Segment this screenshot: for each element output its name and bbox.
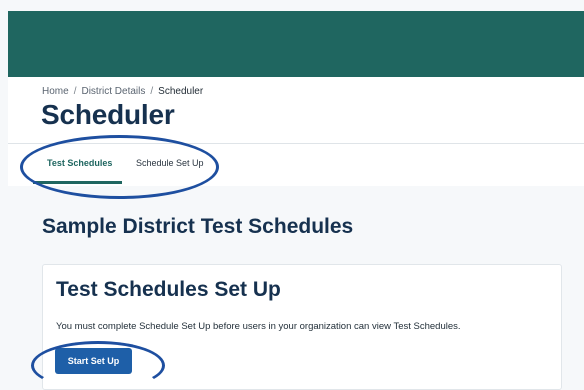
annotation-circle-tabs	[20, 135, 219, 199]
breadcrumb-current: Scheduler	[158, 86, 204, 97]
page-title: Scheduler	[41, 99, 175, 130]
breadcrumb-district-link[interactable]: District Details	[81, 86, 145, 97]
breadcrumb-home-link[interactable]: Home	[42, 86, 69, 97]
breadcrumb-separator: /	[73, 86, 77, 97]
top-banner	[8, 11, 584, 77]
card-title: Test Schedules Set Up	[56, 278, 281, 301]
breadcrumb-separator: /	[150, 86, 154, 97]
breadcrumb: Home / District Details / Scheduler	[42, 86, 203, 97]
card-message: You must complete Schedule Set Up before…	[56, 321, 461, 332]
annotation-circle-button	[31, 341, 165, 390]
section-title: Sample District Test Schedules	[42, 215, 354, 238]
